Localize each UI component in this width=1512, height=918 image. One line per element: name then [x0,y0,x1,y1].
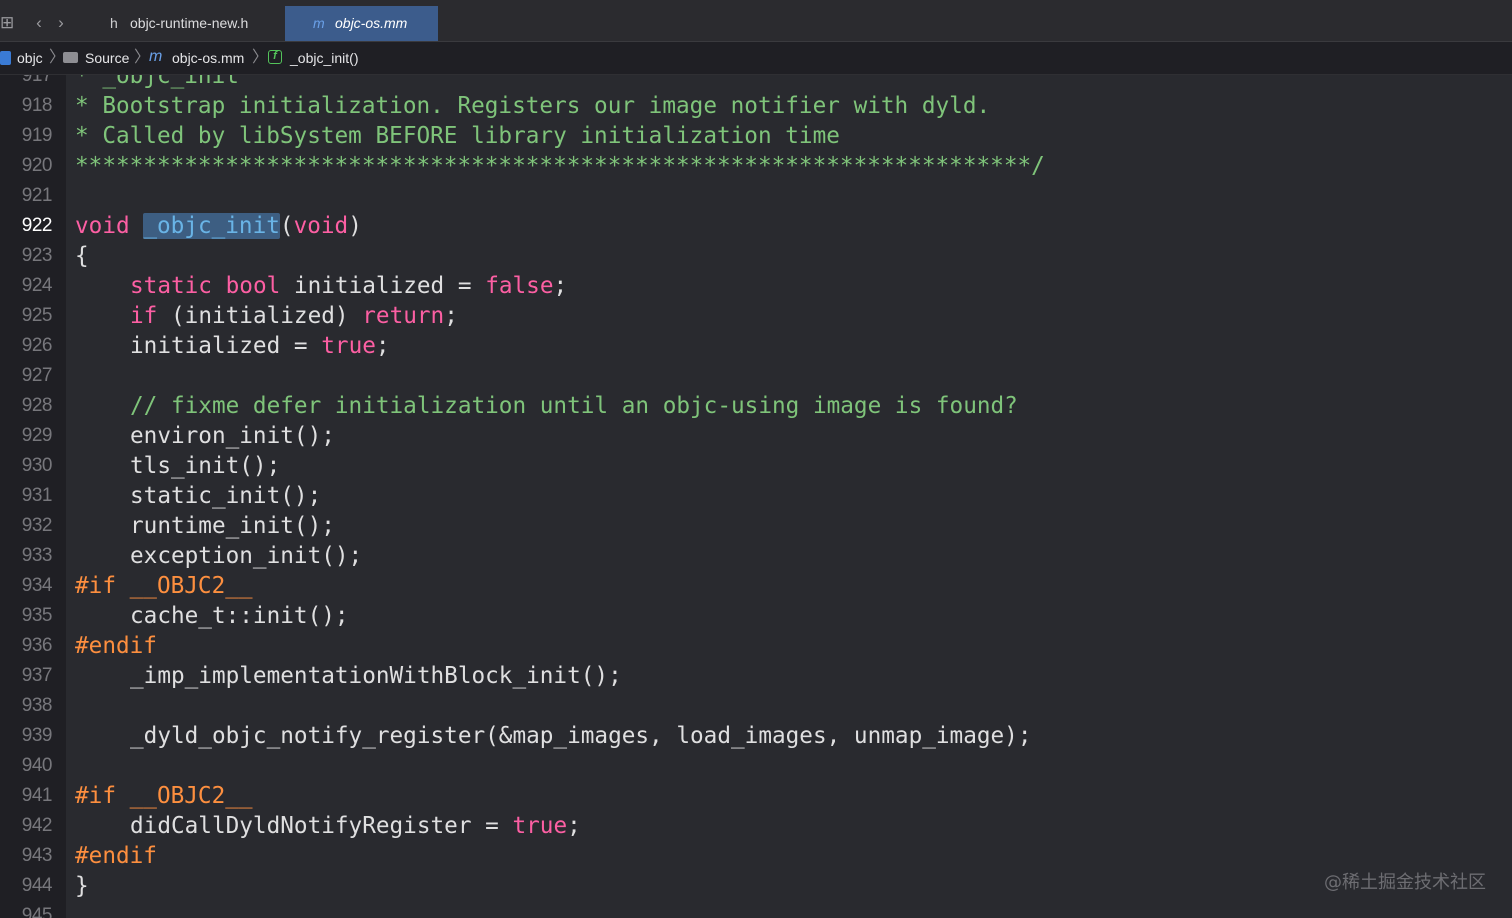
line-number: 920 [21,155,53,176]
line-number: 936 [21,635,53,656]
code-line-942: didCallDyldNotifyRegister = true; [130,811,581,841]
tab-label: objc-runtime-new.h [130,15,249,31]
header-file-icon: h [110,15,118,31]
line-number: 921 [21,185,53,206]
line-number: 924 [21,275,53,296]
code-line-930: tls_init(); [130,453,281,479]
code-line-919: * Called by libSystem BEFORE library ini… [75,123,840,149]
line-number: 917 [21,75,53,86]
project-icon [0,51,11,65]
objc-source-file-icon: m [313,15,325,31]
breadcrumb-item-file[interactable]: objc-os.mm [172,42,244,74]
code-token: ( [279,213,294,239]
code-line-943: #endif [75,843,157,869]
code-line-935: cache_t::init(); [130,603,349,629]
back-arrow-icon[interactable]: ‹ [30,0,48,41]
code-line-934: #if __OBJC2__ [75,573,253,599]
line-number: 918 [21,95,53,116]
code-token: ; [375,333,390,359]
code-line-920: ****************************************… [75,153,1045,179]
code-line-932: runtime_init(); [130,513,335,539]
tab-label: objc-os.mm [335,15,408,31]
code-line-937: _imp_implementationWithBlock_init(); [130,663,622,689]
line-number: 926 [21,335,53,356]
forward-arrow-icon[interactable]: › [52,0,70,41]
code-line-924: static bool initialized = false; [130,271,567,301]
code-token: ; [553,273,568,299]
keyword-token: void [75,213,130,239]
keyword-token: true [512,813,568,839]
objc-source-file-icon: m [149,48,163,65]
line-number: 929 [21,425,53,446]
line-number: 925 [21,305,53,326]
line-number: 943 [21,845,53,866]
code-token: initialized = [130,333,308,359]
line-number: 940 [21,755,53,776]
line-number: 930 [21,455,53,476]
code-token: (initialized) [171,303,349,329]
grid-icon[interactable]: ⊞ [0,0,14,41]
code-token: ) [348,213,362,239]
line-number: 928 [21,395,53,416]
line-number: 942 [21,815,53,836]
breadcrumb-item-objc[interactable]: objc [17,42,43,74]
chevron-right-icon: 〉 [252,49,269,66]
code-token: ; [567,813,581,839]
keyword-token: void [293,213,349,239]
folder-icon [63,52,78,63]
breadcrumb-item-source[interactable]: Source [85,42,129,74]
function-icon: f [268,50,282,64]
code-line-918: * Bootstrap initialization. Registers ou… [75,93,991,119]
breadcrumb-item-function[interactable]: _objc_init() [290,42,358,74]
line-number: 927 [21,365,53,386]
line-number: 941 [21,785,53,806]
line-number: 944 [21,875,53,896]
code-line-917: * _objc_init [75,75,239,89]
code-line-929: environ_init(); [130,423,335,449]
code-line-922: void _objc_init(void) [75,211,362,241]
line-number: 945 [21,905,53,918]
tab-bar: ⊞ ‹ › h objc-runtime-new.h m objc-os.mm [0,0,1512,42]
code-editor[interactable]: 917 918 919 920 921 922 923 924 925 926 … [0,75,1512,918]
highlighted-function-name[interactable]: _objc_init [143,213,280,239]
code-line-936: #endif [75,633,157,659]
code-line-941: #if __OBJC2__ [75,783,253,809]
code-line-928: // fixme defer initialization until an o… [130,393,1018,419]
code-token: initialized = [293,273,472,299]
code-line-931: static_init(); [130,483,322,509]
watermark: @稀土掘金技术社区 [1324,872,1486,893]
line-number: 931 [21,485,53,506]
line-number: 933 [21,545,53,566]
line-number: 937 [21,665,53,686]
line-number: 938 [21,695,53,716]
code-line-926: initialized = true; [130,331,390,361]
line-number-gutter: 917 918 919 920 921 922 923 924 925 926 … [0,75,66,918]
line-number-current: 922 [21,215,53,236]
code-line-933: exception_init(); [130,543,363,569]
line-number: 935 [21,605,53,626]
keyword-token: false [485,273,554,299]
line-number: 939 [21,725,53,746]
keyword-token: if [130,303,158,329]
line-number: 919 [21,125,53,146]
tab-objc-runtime-new-h[interactable]: h objc-runtime-new.h [88,6,284,41]
code-line-923: { [75,243,89,269]
code-token: didCallDyldNotifyRegister = [130,813,499,839]
code-line-925: if (initialized) return; [130,301,458,331]
line-number: 932 [21,515,53,536]
code-token: ; [444,303,458,329]
keyword-token: return [362,303,445,329]
line-number: 923 [21,245,53,266]
keyword-token: static [130,273,212,299]
keyword-token: true [321,333,376,359]
code-line-944: } [75,873,89,899]
line-number: 934 [21,575,53,596]
keyword-token: bool [225,273,281,299]
code-line-939: _dyld_objc_notify_register(&map_images, … [130,723,1032,749]
breadcrumb: objc 〉 Source 〉 m objc-os.mm 〉 f _objc_i… [0,42,1512,75]
chevron-right-icon: 〉 [134,49,151,66]
tab-objc-os-mm[interactable]: m objc-os.mm [285,6,438,41]
